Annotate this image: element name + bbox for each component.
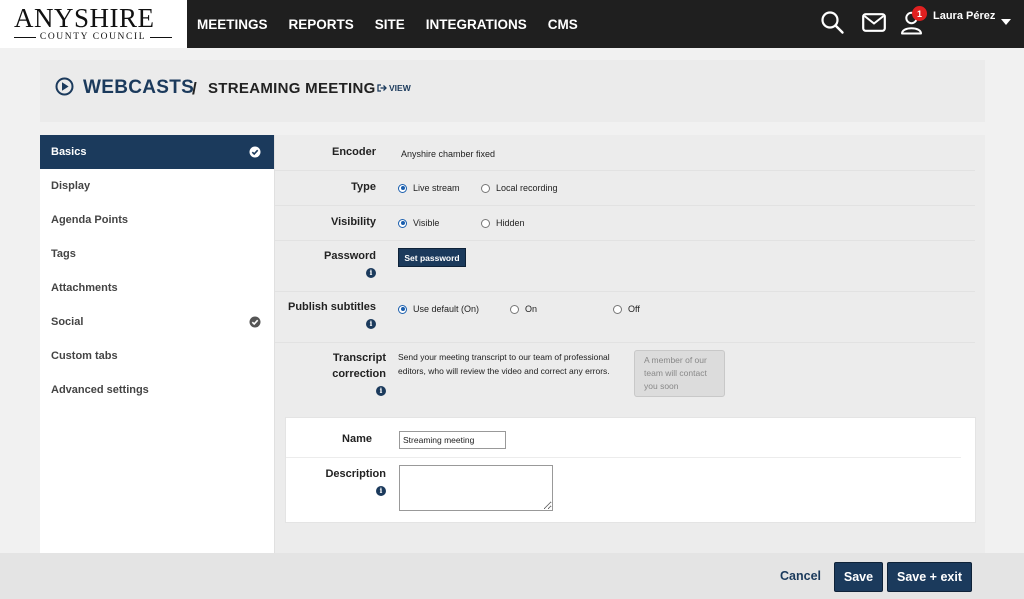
logo-subtitle: COUNTY COUNCIL <box>14 32 173 42</box>
nav-item-cms[interactable]: CMS <box>548 17 578 32</box>
subtitles-label-text: Publish subtitles <box>287 301 376 313</box>
name-description-card: Name Description i <box>285 417 976 523</box>
search-icon[interactable] <box>820 10 845 35</box>
external-link-icon <box>377 84 387 92</box>
radio-label: Local recording <box>496 183 558 193</box>
page-title: STREAMING MEETING <box>208 80 376 97</box>
nav-item-site[interactable]: SITE <box>375 17 405 32</box>
sidebar-item-advanced-settings[interactable]: Advanced settings <box>40 373 274 407</box>
sidebar-item-custom-tabs[interactable]: Custom tabs <box>40 339 274 373</box>
radio-label: On <box>525 304 538 314</box>
cancel-button[interactable]: Cancel <box>780 569 821 583</box>
sidebar-item-label: Basics <box>51 146 87 158</box>
publish-subtitles-row: Publish subtitles i Use default (On) On … <box>275 292 975 343</box>
info-icon[interactable]: i <box>376 386 386 396</box>
nav-item-integrations[interactable]: INTEGRATIONS <box>426 17 527 32</box>
view-link[interactable]: VIEW <box>377 83 411 93</box>
password-row: Password i Set password <box>275 241 975 292</box>
sidebar-item-tags[interactable]: Tags <box>40 237 274 271</box>
sidebar-item-basics[interactable]: Basics <box>40 135 274 169</box>
description-label: Description i <box>325 466 386 498</box>
description-textarea[interactable] <box>399 465 553 511</box>
radio-label: Hidden <box>496 218 525 228</box>
type-row: Type Live stream Local recording <box>275 171 975 206</box>
main-nav: MEETINGS REPORTS SITE INTEGRATIONS CMS <box>197 0 599 48</box>
save-button[interactable]: Save <box>834 562 883 592</box>
webcast-basics-form: Encoder Anyshire chamber fixed Type Live… <box>275 135 985 553</box>
transcript-description: Send your meeting transcript to our team… <box>398 352 610 376</box>
mail-icon[interactable] <box>862 13 886 32</box>
nav-item-meetings[interactable]: MEETINGS <box>197 17 268 32</box>
password-label-text: Password <box>324 250 376 262</box>
subtitles-radio-on[interactable]: On <box>510 304 537 314</box>
set-password-button[interactable]: Set password <box>398 248 466 267</box>
encoder-label: Encoder <box>331 146 376 158</box>
play-circle-icon <box>55 77 74 96</box>
radio-label: Live stream <box>413 183 460 193</box>
notification-badge: 1 <box>912 6 927 21</box>
sidebar-item-label: Custom tabs <box>51 350 118 362</box>
chevron-down-icon[interactable] <box>1001 19 1011 25</box>
name-label: Name <box>342 433 372 445</box>
transcript-status-button: A member of our team will contact you so… <box>634 350 725 397</box>
sidebar-item-label: Tags <box>51 248 76 260</box>
radio-label: Off <box>628 304 640 314</box>
type-radio-live-stream[interactable]: Live stream <box>398 183 460 193</box>
visibility-radio-hidden[interactable]: Hidden <box>481 218 525 228</box>
sidebar-item-display[interactable]: Display <box>40 169 274 203</box>
subtitles-radio-off[interactable]: Off <box>613 304 640 314</box>
transcript-label-line2: correction <box>332 368 386 380</box>
sidebar-item-label: Agenda Points <box>51 214 129 226</box>
page-header: WEBCASTS / STREAMING MEETING VIEW <box>40 60 985 122</box>
logo-subtitle-text: COUNTY COUNCIL <box>39 32 147 42</box>
visibility-row: Visibility Visible Hidden <box>275 206 975 241</box>
info-icon[interactable]: i <box>366 268 376 278</box>
transcript-label: Transcript correction i <box>332 350 386 398</box>
council-logo[interactable]: ANYSHIRE COUNTY COUNCIL <box>0 0 187 48</box>
radio-label: Use default (On) <box>413 304 480 314</box>
breadcrumb-webcasts[interactable]: WEBCASTS <box>83 77 194 99</box>
encoder-row: Encoder Anyshire chamber fixed <box>275 135 975 171</box>
sidebar-item-label: Social <box>51 316 84 328</box>
sidebar-item-label: Attachments <box>51 282 118 294</box>
sidebar-item-attachments[interactable]: Attachments <box>40 271 274 305</box>
password-label: Password i <box>324 248 376 280</box>
save-exit-button[interactable]: Save + exit <box>887 562 972 592</box>
sidebar-item-label: Display <box>51 180 91 192</box>
settings-sidebar: Basics Display Agenda Points Tags Attach… <box>40 135 275 553</box>
subtitles-radio-default[interactable]: Use default (On) <box>398 304 479 314</box>
breadcrumb-separator: / <box>192 79 197 98</box>
subtitles-label: Publish subtitles i <box>288 299 376 331</box>
nav-item-reports[interactable]: REPORTS <box>289 17 354 32</box>
name-row: Name <box>286 418 961 458</box>
check-circle-icon <box>249 316 261 328</box>
visibility-label: Visibility <box>330 216 376 228</box>
radio-label: Visible <box>413 218 440 228</box>
type-radio-local-recording[interactable]: Local recording <box>481 183 558 193</box>
encoder-value: Anyshire chamber fixed <box>401 149 496 159</box>
visibility-radio-visible[interactable]: Visible <box>398 218 439 228</box>
name-input[interactable] <box>399 431 506 449</box>
sidebar-item-agenda-points[interactable]: Agenda Points <box>40 203 274 237</box>
view-link-label: VIEW <box>389 83 411 93</box>
type-label: Type <box>351 181 376 193</box>
transcript-label-line1: Transcript <box>332 352 386 364</box>
user-name[interactable]: Laura Pérez <box>933 10 995 22</box>
check-circle-icon <box>249 146 261 158</box>
form-footer: Cancel Save Save + exit <box>0 553 1024 599</box>
sidebar-item-social[interactable]: Social <box>40 305 274 339</box>
logo-name: ANYSHIRE <box>14 3 155 33</box>
info-icon[interactable]: i <box>366 319 376 329</box>
description-label-text: Description <box>325 468 386 480</box>
top-navigation-bar: ANYSHIRE COUNTY COUNCIL MEETINGS REPORTS… <box>0 0 1024 48</box>
info-icon[interactable]: i <box>376 486 386 496</box>
sidebar-item-label: Advanced settings <box>51 384 149 396</box>
